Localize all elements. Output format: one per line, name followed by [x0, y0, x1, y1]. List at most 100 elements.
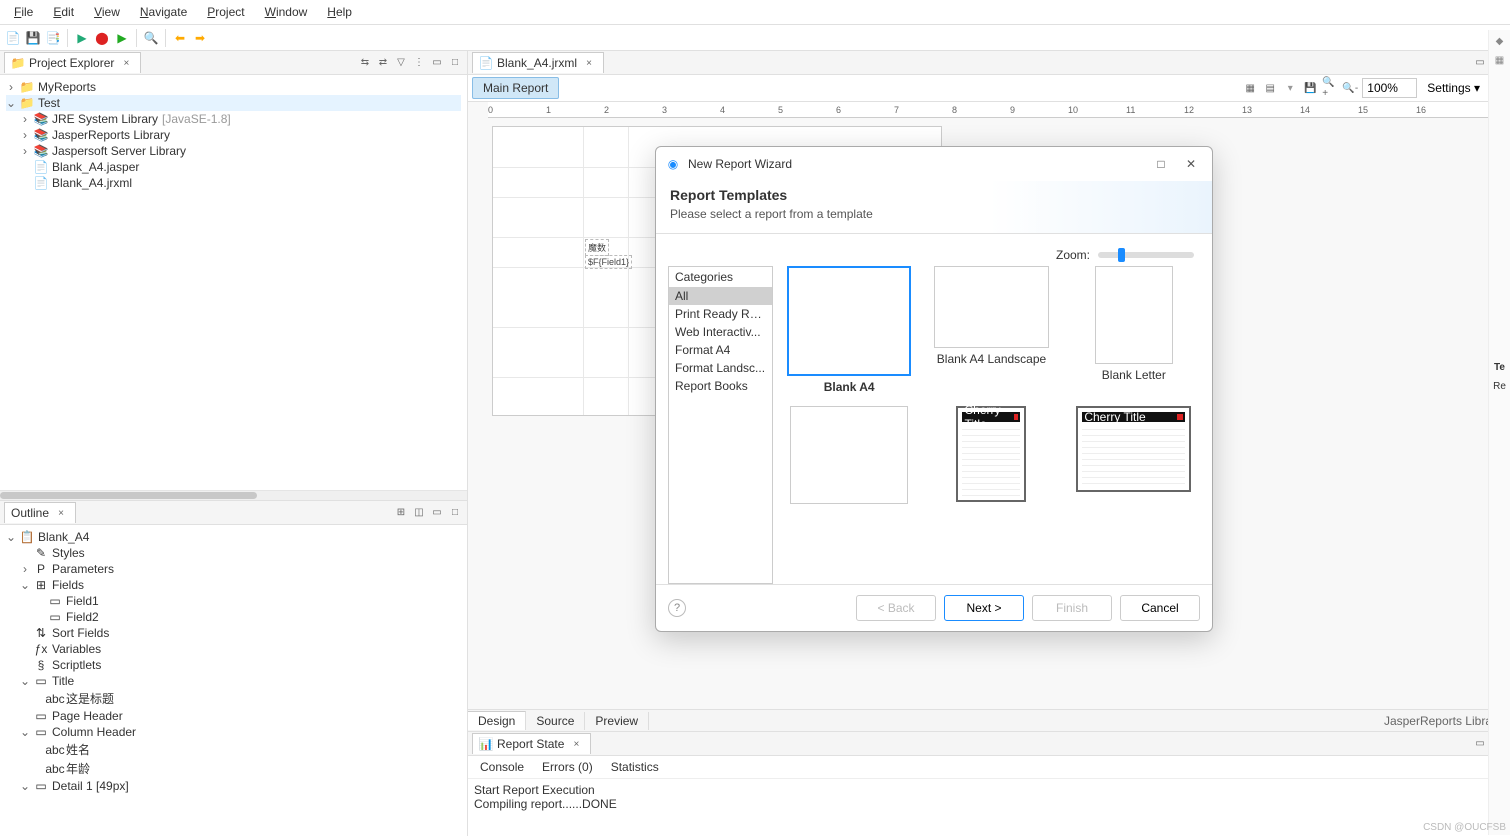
- tree-node[interactable]: ▭Field1: [6, 593, 461, 609]
- zoom-slider[interactable]: [1098, 252, 1194, 258]
- category-item[interactable]: Web Interactiv...: [669, 323, 772, 341]
- menu-edit[interactable]: Edit: [45, 3, 82, 21]
- outline-mode1-icon[interactable]: ⊞: [393, 505, 409, 521]
- outline-tab[interactable]: Outline ×: [4, 502, 76, 523]
- link-editor-icon[interactable]: ⇄: [375, 55, 391, 71]
- field-expr-cell[interactable]: $F{Field1}: [585, 255, 632, 269]
- maximize-icon[interactable]: □: [447, 55, 463, 71]
- tree-node[interactable]: ›📁MyReports: [6, 79, 461, 95]
- tree-node[interactable]: ƒxVariables: [6, 641, 461, 657]
- tree-node[interactable]: abc姓名: [6, 740, 461, 759]
- close-outline-icon[interactable]: ×: [53, 505, 69, 521]
- category-item[interactable]: Report Books: [669, 377, 772, 395]
- tree-node[interactable]: ✎Styles: [6, 545, 461, 561]
- template-item[interactable]: Blank A4 Landscape: [929, 266, 1053, 366]
- explorer-scrollbar[interactable]: [0, 490, 467, 500]
- dialog-maximize-icon[interactable]: □: [1150, 153, 1172, 175]
- search-icon[interactable]: 🔍: [142, 29, 160, 47]
- editor-tool-2[interactable]: ▤: [1262, 80, 1278, 96]
- templates-grid[interactable]: Blank A4Blank A4 LandscapeBlank LetterCh…: [783, 266, 1200, 584]
- template-item[interactable]: Cherry Title: [929, 406, 1053, 502]
- tree-node[interactable]: ▭Page Header: [6, 708, 461, 724]
- filter-icon[interactable]: ▽: [393, 55, 409, 71]
- caret-icon[interactable]: ⌄: [20, 725, 30, 739]
- caret-icon[interactable]: ⌄: [6, 96, 16, 110]
- new-icon[interactable]: 📄: [4, 29, 22, 47]
- dialog-close-icon[interactable]: ✕: [1180, 153, 1202, 175]
- tree-node[interactable]: 📄Blank_A4.jrxml: [6, 175, 461, 191]
- template-item[interactable]: Blank A4: [787, 266, 911, 394]
- caret-icon[interactable]: ›: [20, 144, 30, 158]
- report-state-tab[interactable]: 📊 Report State ×: [472, 733, 591, 754]
- back-button[interactable]: < Back: [856, 595, 936, 621]
- close-editor-tab-icon[interactable]: ×: [581, 55, 597, 71]
- caret-icon[interactable]: ⌄: [20, 779, 30, 793]
- category-item[interactable]: Format Landsc...: [669, 359, 772, 377]
- minimize-icon[interactable]: ▭: [429, 55, 445, 71]
- tree-node[interactable]: abc年龄: [6, 759, 461, 778]
- tree-node[interactable]: ›📚JasperReports Library: [6, 127, 461, 143]
- tree-node[interactable]: ⇅Sort Fields: [6, 625, 461, 641]
- zoom-in-icon[interactable]: 🔍+: [1322, 80, 1338, 96]
- outline-max-icon[interactable]: □: [447, 505, 463, 521]
- caret-icon[interactable]: ⌄: [20, 674, 30, 688]
- tree-node[interactable]: ⌄▭Column Header: [6, 724, 461, 740]
- editor-tool-3[interactable]: 💾: [1302, 80, 1318, 96]
- tree-node[interactable]: §Scriptlets: [6, 657, 461, 673]
- category-item[interactable]: Print Ready Re...: [669, 305, 772, 323]
- finish-button[interactable]: Finish: [1032, 595, 1112, 621]
- next-button[interactable]: Next >: [944, 595, 1024, 621]
- template-item[interactable]: [787, 406, 911, 504]
- caret-icon[interactable]: ›: [20, 128, 30, 142]
- menu-window[interactable]: Window: [257, 3, 316, 21]
- menu-help[interactable]: Help: [319, 3, 360, 21]
- outline-tree[interactable]: ⌄📋Blank_A4✎Styles›PParameters⌄⊞Fields▭Fi…: [0, 525, 467, 836]
- main-report-subtab[interactable]: Main Report: [472, 77, 559, 99]
- tree-node[interactable]: ▭Field2: [6, 609, 461, 625]
- run-icon[interactable]: ▶: [113, 29, 131, 47]
- tree-node[interactable]: ⌄▭Title: [6, 673, 461, 689]
- template-item[interactable]: Blank Letter: [1072, 266, 1196, 382]
- category-item[interactable]: All: [669, 287, 772, 305]
- cancel-button[interactable]: Cancel: [1120, 595, 1200, 621]
- console-min-icon[interactable]: ▭: [1472, 736, 1488, 752]
- tree-node[interactable]: ›📚Jaspersoft Server Library: [6, 143, 461, 159]
- zoom-combo[interactable]: [1362, 78, 1417, 98]
- caret-icon[interactable]: ›: [20, 562, 30, 576]
- nav-fwd-icon[interactable]: ➡: [191, 29, 209, 47]
- menu-navigate[interactable]: Navigate: [132, 3, 195, 21]
- save-all-icon[interactable]: 📑: [44, 29, 62, 47]
- zoom-out-icon[interactable]: 🔍-: [1342, 80, 1358, 96]
- gutter-icon-1[interactable]: ◆: [1496, 36, 1504, 47]
- tree-node[interactable]: ⌄📋Blank_A4: [6, 529, 461, 545]
- tree-node[interactable]: abc这是标题: [6, 689, 461, 708]
- tab-design[interactable]: Design: [468, 711, 526, 730]
- gutter-label-te[interactable]: Te: [1494, 362, 1505, 373]
- tree-node[interactable]: 📄Blank_A4.jasper: [6, 159, 461, 175]
- settings-button[interactable]: Settings ▾: [1421, 79, 1486, 97]
- view-menu-icon[interactable]: ⋮: [411, 55, 427, 71]
- tree-node[interactable]: ›📚JRE System Library [JavaSE-1.8]: [6, 111, 461, 127]
- tree-node[interactable]: ⌄⊞Fields: [6, 577, 461, 593]
- collapse-all-icon[interactable]: ⇆: [357, 55, 373, 71]
- menu-view[interactable]: View: [86, 3, 128, 21]
- caret-icon[interactable]: ⌄: [20, 578, 30, 592]
- menu-file[interactable]: FFileile: [6, 3, 41, 21]
- caret-icon[interactable]: ›: [20, 112, 30, 126]
- tab-preview[interactable]: Preview: [585, 712, 649, 730]
- template-item[interactable]: Cherry Title: [1072, 406, 1196, 492]
- field-label-cell[interactable]: 魔数: [585, 239, 609, 256]
- category-item[interactable]: Format A4: [669, 341, 772, 359]
- build-icon[interactable]: ▶: [73, 29, 91, 47]
- tree-node[interactable]: ⌄📁Test: [6, 95, 461, 111]
- nav-back-icon[interactable]: ⬅: [171, 29, 189, 47]
- explorer-tree[interactable]: ›📁MyReports⌄📁Test›📚JRE System Library [J…: [0, 75, 467, 490]
- close-explorer-icon[interactable]: ×: [118, 55, 134, 71]
- outline-mode2-icon[interactable]: ◫: [411, 505, 427, 521]
- editor-file-tab[interactable]: 📄 Blank_A4.jrxml ×: [472, 52, 604, 73]
- editor-min-icon[interactable]: ▭: [1472, 55, 1488, 71]
- help-button[interactable]: ?: [668, 599, 686, 617]
- caret-icon[interactable]: ›: [6, 80, 16, 94]
- tree-node[interactable]: ›PParameters: [6, 561, 461, 577]
- console-tab-stats[interactable]: Statistics: [603, 758, 667, 776]
